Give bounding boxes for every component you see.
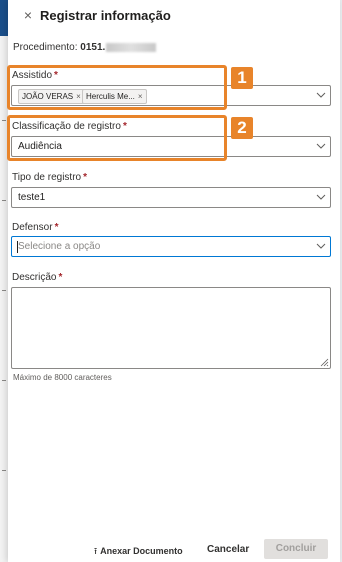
required-marker: * bbox=[58, 272, 63, 283]
background-line bbox=[2, 200, 6, 201]
chevron-down-icon[interactable] bbox=[316, 141, 326, 151]
defensor-placeholder: Selecione a opção bbox=[18, 241, 101, 252]
descricao-label: Descrição * bbox=[12, 272, 62, 283]
background-line bbox=[2, 120, 6, 121]
background-line bbox=[2, 470, 6, 471]
descricao-label-text: Descrição bbox=[12, 272, 57, 283]
background-line bbox=[2, 380, 6, 381]
chevron-down-icon[interactable] bbox=[316, 90, 326, 100]
cancel-button[interactable]: Cancelar bbox=[207, 544, 249, 555]
annotation-badge-2: 2 bbox=[231, 117, 253, 139]
resize-handle-icon[interactable] bbox=[319, 357, 329, 367]
close-icon[interactable]: × bbox=[21, 8, 35, 22]
redacted-block bbox=[106, 42, 157, 52]
procedimento-value: 0151. bbox=[80, 42, 106, 53]
procedimento-label: Procedimento: bbox=[13, 42, 78, 53]
annotation-badge-1: 1 bbox=[231, 67, 253, 89]
tipo-label-text: Tipo de registro bbox=[12, 172, 82, 183]
highlight-box-1 bbox=[7, 65, 227, 110]
defensor-label-text: Defensor bbox=[12, 222, 53, 233]
upload-icon: ⭱ bbox=[94, 546, 98, 556]
tipo-value: teste1 bbox=[18, 192, 46, 203]
defensor-dropdown[interactable]: Selecione a opção bbox=[11, 236, 331, 257]
attach-document-label: Anexar Documento bbox=[100, 546, 183, 556]
attach-document-button[interactable]: ⭱ Anexar Documento bbox=[94, 544, 183, 560]
highlight-box-2 bbox=[7, 115, 227, 161]
tipo-dropdown[interactable]: teste1 bbox=[11, 187, 331, 208]
descricao-hint: Máximo de 8000 caracteres bbox=[13, 373, 112, 382]
required-marker: * bbox=[83, 172, 88, 183]
background-header-bar bbox=[0, 0, 8, 36]
register-info-panel: × Registrar informação Procedimento: 015… bbox=[7, 0, 340, 562]
descricao-textarea[interactable] bbox=[11, 287, 331, 369]
panel-footer: ⭱ Anexar Documento Cancelar Concluir bbox=[8, 538, 340, 562]
panel-title: Registrar informação bbox=[40, 8, 171, 23]
chevron-down-icon[interactable] bbox=[316, 241, 326, 251]
conclude-button[interactable]: Concluir bbox=[264, 539, 328, 559]
tipo-label: Tipo de registro * bbox=[12, 172, 87, 183]
procedimento-line: Procedimento: 0151. bbox=[13, 42, 157, 53]
defensor-label: Defensor * bbox=[12, 222, 58, 233]
required-marker: * bbox=[54, 222, 59, 233]
chevron-down-icon[interactable] bbox=[316, 192, 326, 202]
background-line bbox=[2, 290, 6, 291]
